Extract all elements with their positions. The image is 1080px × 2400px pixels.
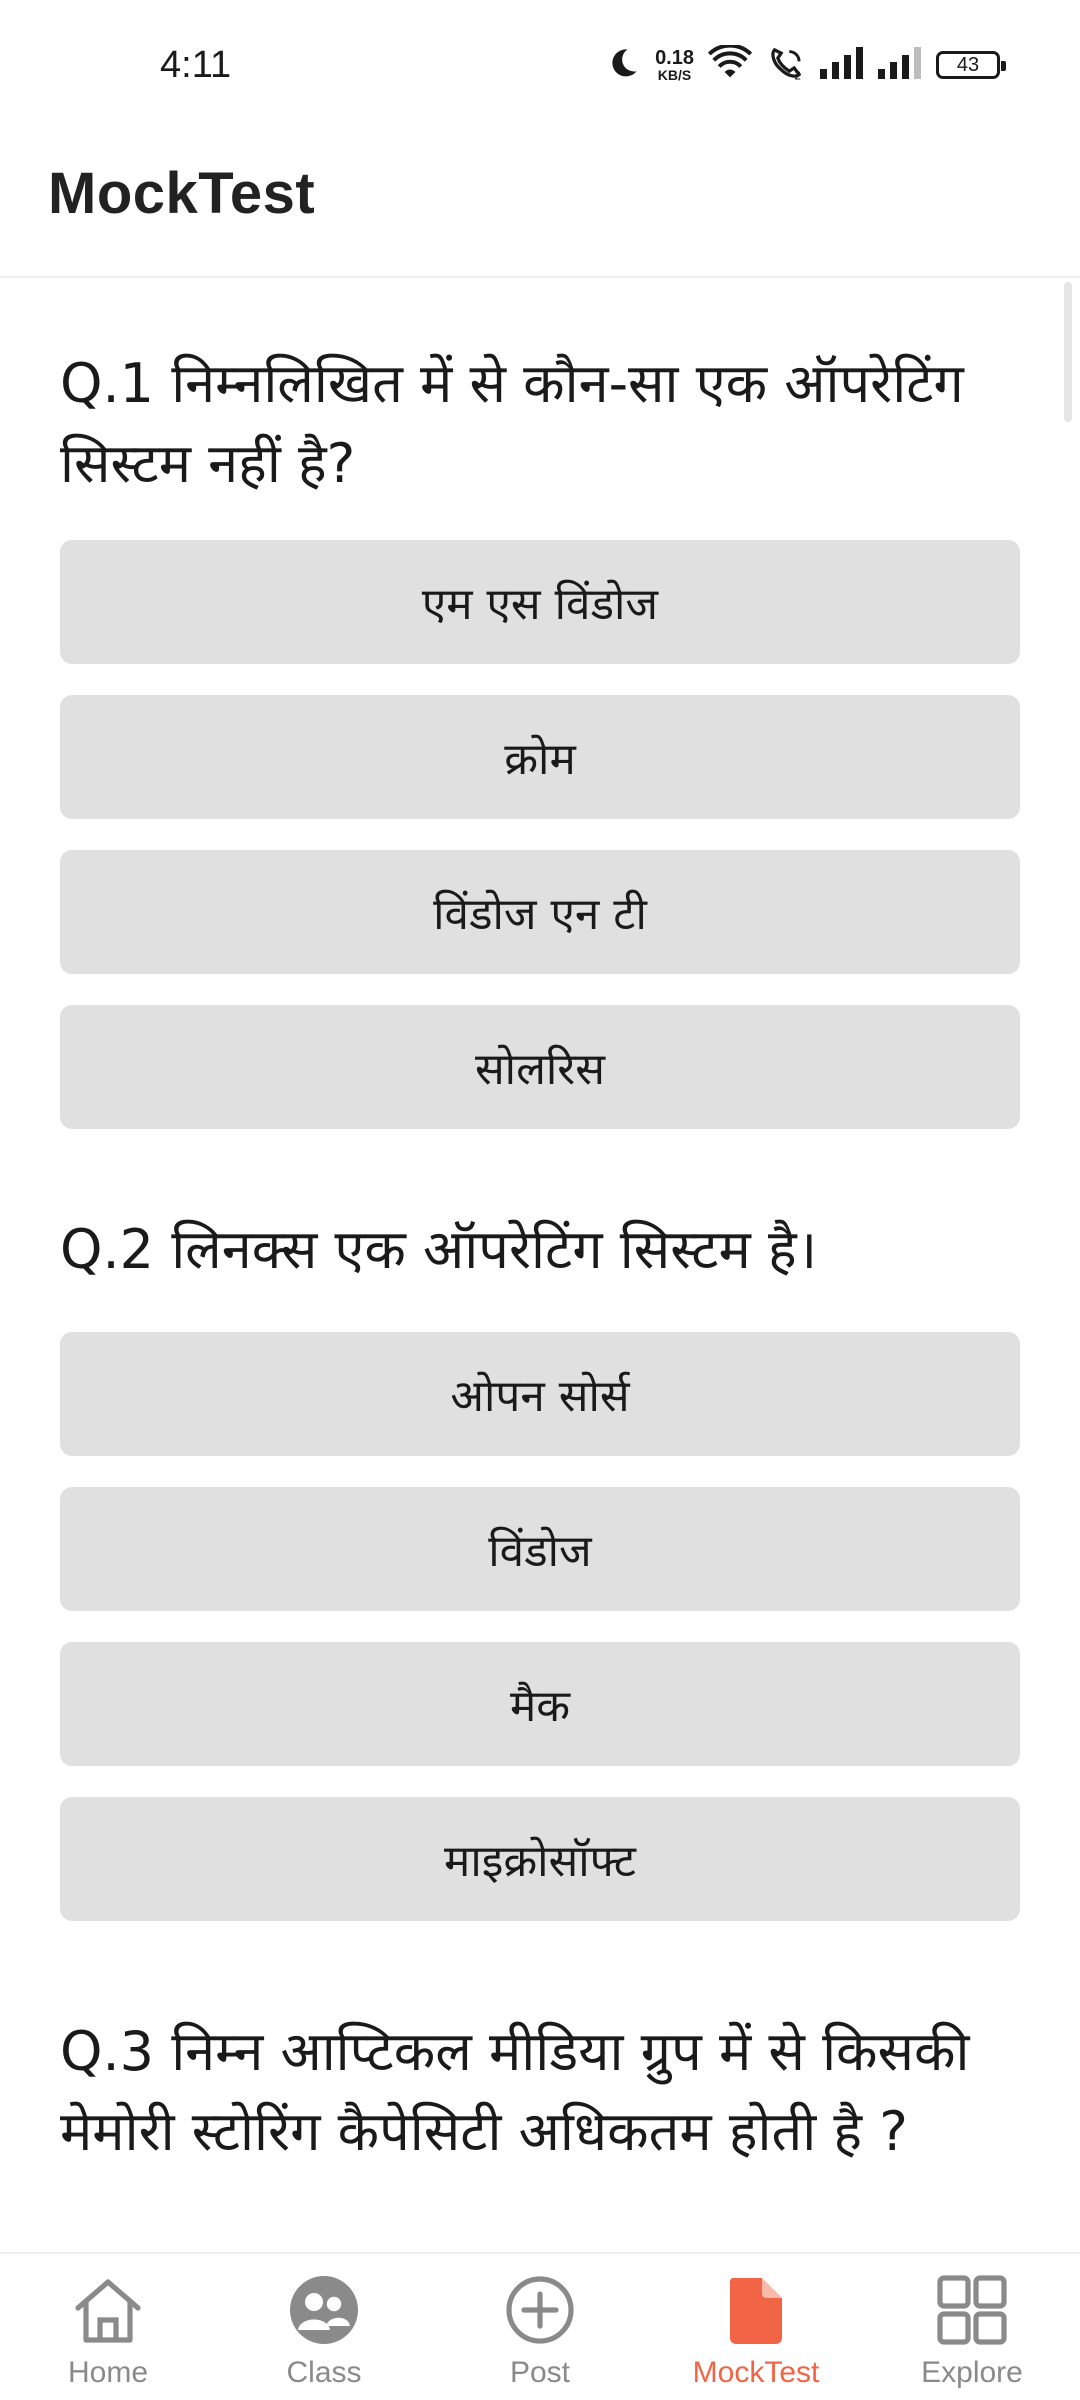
option-button[interactable]: एम एस विंडोज bbox=[60, 540, 1020, 664]
status-icons: 0.18 KB/S 2 43 bbox=[605, 40, 1006, 90]
question-list[interactable]: Q.1 निम्नलिखित में से कौन-सा एक ऑपरेटिंग… bbox=[0, 280, 1080, 2252]
nav-item-home[interactable]: Home bbox=[8, 2254, 208, 2400]
option-button[interactable]: मैक bbox=[60, 1642, 1020, 1766]
battery-level: 43 bbox=[956, 53, 980, 76]
wifi-calling-icon: 2 bbox=[766, 45, 806, 85]
status-bar: 4:11 0.18 KB/S 2 43 bbox=[0, 0, 1080, 130]
net-speed-unit: KB/S bbox=[657, 67, 692, 83]
option-button[interactable]: विंडोज bbox=[60, 1487, 1020, 1611]
class-icon bbox=[288, 2254, 360, 2350]
status-time: 4:11 bbox=[160, 44, 232, 86]
option-button[interactable]: ओपन सोर्स bbox=[60, 1332, 1020, 1456]
option-button[interactable]: क्रोम bbox=[60, 695, 1020, 819]
nav-label-explore: Explore bbox=[921, 2356, 1023, 2389]
document-icon bbox=[724, 2254, 788, 2350]
scrollbar[interactable] bbox=[1064, 282, 1072, 422]
nav-item-post[interactable]: Post bbox=[440, 2254, 640, 2400]
app-bar: MockTest bbox=[0, 130, 1080, 278]
nav-label-class: Class bbox=[286, 2356, 362, 2389]
moon-icon bbox=[605, 45, 641, 85]
battery-indicator: 43 bbox=[936, 51, 1006, 79]
question-text: Q.1 निम्नलिखित में से कौन-सा एक ऑपरेटिंग… bbox=[60, 352, 964, 495]
bottom-navigation: Home Class Post MockTest Explore bbox=[0, 2252, 1080, 2400]
nav-label-home: Home bbox=[67, 2356, 149, 2389]
svg-text:2: 2 bbox=[794, 68, 801, 81]
add-circle-icon bbox=[504, 2254, 576, 2350]
signal-icon bbox=[878, 47, 922, 83]
home-icon bbox=[70, 2254, 146, 2350]
option-button[interactable]: माइक्रोसॉफ्ट bbox=[60, 1797, 1020, 1921]
wifi-icon bbox=[707, 43, 753, 85]
nav-label-mocktest: MockTest bbox=[692, 2356, 820, 2389]
question-text: Q.2 लिनक्स एक ऑपरेटिंग सिस्टम है। bbox=[60, 1218, 818, 1281]
nav-item-explore[interactable]: Explore bbox=[872, 2254, 1072, 2400]
option-button[interactable]: विंडोज एन टी bbox=[60, 850, 1020, 974]
grid-icon bbox=[936, 2254, 1008, 2350]
net-speed-value: 0.18 bbox=[655, 47, 694, 69]
signal-icon bbox=[820, 47, 864, 83]
nav-item-class[interactable]: Class bbox=[224, 2254, 424, 2400]
question-text: Q.3 निम्न आप्टिकल मीडिया ग्रुप में से कि… bbox=[60, 2020, 970, 2163]
net-speed: 0.18 KB/S bbox=[655, 48, 694, 82]
nav-label-post: Post bbox=[509, 2356, 571, 2389]
nav-item-mocktest[interactable]: MockTest bbox=[656, 2254, 856, 2400]
option-button[interactable]: सोलरिस bbox=[60, 1005, 1020, 1129]
page-title: MockTest bbox=[48, 161, 316, 226]
